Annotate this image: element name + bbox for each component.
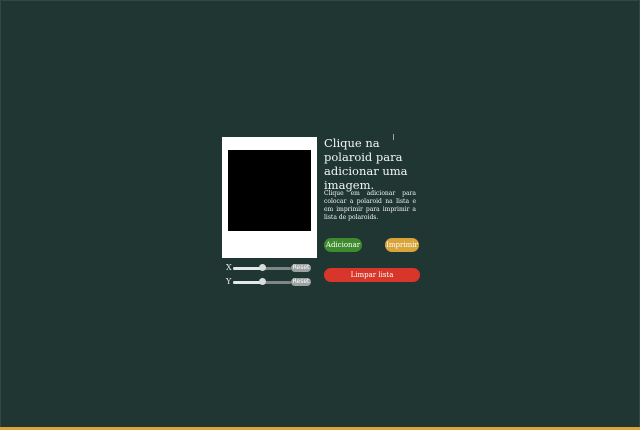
print-button[interactable]: Imprimir	[385, 238, 419, 252]
x-position-control: X Reset	[226, 263, 316, 273]
y-slider[interactable]	[233, 278, 291, 285]
y-reset-button[interactable]: Reset	[291, 278, 311, 286]
x-slider[interactable]	[233, 264, 291, 271]
x-slider-fill	[233, 266, 262, 270]
x-slider-label: X	[226, 263, 232, 272]
polaroid-frame[interactable]	[222, 137, 317, 258]
y-position-control: Y Reset	[226, 277, 316, 287]
instructions-text: Clique em adicionar para colocar a polar…	[324, 190, 416, 221]
y-slider-fill	[233, 280, 262, 284]
y-slider-thumb[interactable]	[258, 278, 266, 285]
app-frame	[0, 0, 640, 430]
clear-list-button[interactable]: Limpar lista	[324, 268, 420, 282]
text-cursor-icon	[393, 134, 396, 140]
instructions-heading: Clique na polaroid para adicionar uma im…	[324, 136, 408, 192]
x-reset-button[interactable]: Reset	[291, 264, 311, 272]
y-slider-label: Y	[226, 277, 232, 286]
add-button[interactable]: Adicionar	[324, 238, 362, 252]
polaroid-image-area[interactable]	[228, 150, 311, 231]
x-slider-thumb[interactable]	[258, 264, 266, 271]
